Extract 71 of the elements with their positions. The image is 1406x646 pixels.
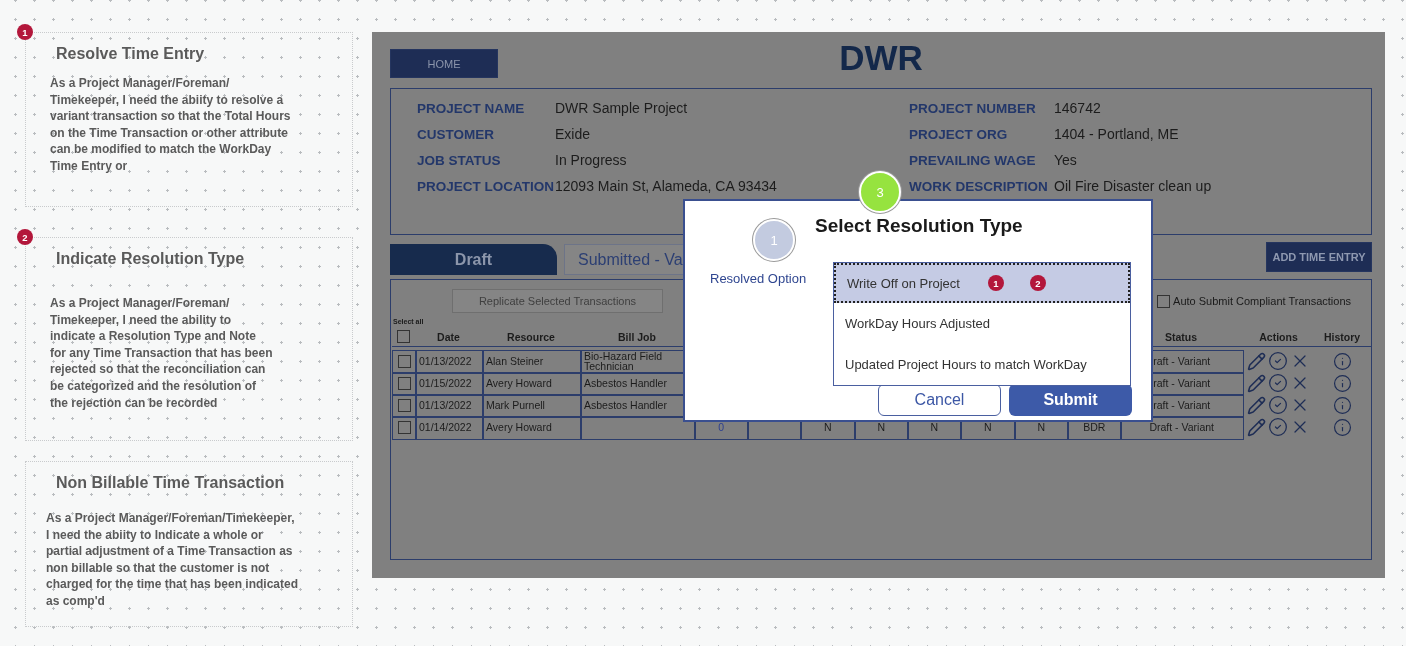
marker-badge: 2 xyxy=(1029,275,1046,291)
list-option[interactable]: Write Off on Project 1 2 xyxy=(834,263,1130,303)
field-value: Yes xyxy=(1054,152,1077,168)
pencil-icon[interactable] xyxy=(1247,417,1266,437)
column-header: Status xyxy=(1163,330,1199,343)
marker-badge: 1 xyxy=(987,275,1004,291)
note-text: As a Project Manager/Foreman/ Timekeeper, I need the abiity to resolve a variant transaction so that the Total Hours on the Time Transaction or other attribute can be modified to match the WorkDay Time Entry or xyxy=(50,75,292,175)
row-checkbox[interactable] xyxy=(397,399,411,413)
note-title: Resolve Time Entry xyxy=(56,45,206,63)
info-icon[interactable] xyxy=(1332,417,1352,437)
note-title: Indicate Resolution Type xyxy=(56,250,246,268)
tab[interactable]: Draft xyxy=(390,244,557,275)
submit-button[interactable]: Submit xyxy=(1009,384,1132,416)
column-header: Bill Job xyxy=(617,330,657,343)
info-icon[interactable] xyxy=(1332,395,1352,415)
column-header: History xyxy=(1322,330,1362,343)
table-cell: 01/15/2022 xyxy=(415,372,484,396)
table-cell: Avery Howard xyxy=(482,416,582,440)
select-all-checkbox[interactable] xyxy=(397,330,410,343)
checkbox[interactable] xyxy=(1157,294,1171,308)
field-value: 146742 xyxy=(1054,100,1101,116)
field-label: PROJECT NAME xyxy=(417,100,526,116)
cancel-button[interactable]: Cancel xyxy=(878,384,1001,416)
info-icon[interactable] xyxy=(1332,351,1352,371)
field-label: WORK DESCRIPTION xyxy=(909,178,1049,194)
table-cell: Avery Howard xyxy=(482,372,582,396)
add-time-entry-button[interactable]: ADD TIME ENTRY xyxy=(1266,242,1372,272)
pencil-icon[interactable] xyxy=(1247,373,1266,393)
check-circle-icon[interactable] xyxy=(1268,351,1288,371)
table-cell: 01/14/2022 xyxy=(415,416,484,440)
field-value: In Progress xyxy=(555,152,627,168)
field-label: PROJECT ORG xyxy=(909,126,1009,142)
column-header: Date xyxy=(436,330,461,343)
pencil-icon[interactable] xyxy=(1247,395,1266,415)
pencil-icon[interactable] xyxy=(1247,351,1266,371)
field-label: PROJECT LOCATION xyxy=(417,178,555,194)
home-button[interactable]: HOME xyxy=(390,49,498,78)
column-header: Actions xyxy=(1258,330,1299,343)
row-checkbox[interactable] xyxy=(397,355,411,369)
check-circle-icon[interactable] xyxy=(1268,395,1288,415)
field-label: PREVAILING WAGE xyxy=(909,152,1037,168)
note-text: As a Project Manager/Foreman/Timekeeper, I need the abiity to Indicate a whole or partial adjustment of a Time Transaction as non billable so that the customer is not charged for the time that has been indicated as comp'd xyxy=(46,510,300,610)
field-value: Oil Fire Disaster clean up xyxy=(1054,178,1212,194)
field-value: 12093 Main St, Alameda, CA 93434 xyxy=(555,178,777,194)
table-cell: 01/13/2022 xyxy=(415,350,484,374)
step-marker: 1 xyxy=(753,219,795,261)
list-option[interactable]: WorkDay Hours Adjusted xyxy=(834,303,1130,344)
field-label: CUSTOMER xyxy=(417,126,495,142)
field-label: JOB STATUS xyxy=(417,152,502,168)
checkbox-label: Auto Submit Compliant Transactions xyxy=(1173,295,1351,307)
row-checkbox[interactable] xyxy=(397,377,411,391)
table-cell: Alan Steiner xyxy=(482,350,582,374)
table-cell: Mark Purnell xyxy=(482,394,582,418)
dialog-title: Select Resolution Type xyxy=(815,215,1023,237)
field-value: Exide xyxy=(555,126,591,142)
field-value: 1404 - Portland, ME xyxy=(1054,126,1179,142)
info-icon[interactable] xyxy=(1332,373,1352,393)
marker-badge: 1 xyxy=(17,24,33,40)
check-circle-icon[interactable] xyxy=(1268,417,1288,437)
note-title: Non Billable Time Transaction xyxy=(56,474,286,492)
check-circle-icon[interactable] xyxy=(1268,373,1288,393)
column-header: Resource xyxy=(506,330,556,343)
marker-badge: 2 xyxy=(17,229,33,245)
field-label: PROJECT NUMBER xyxy=(909,100,1037,116)
row-checkbox[interactable] xyxy=(397,421,411,435)
table-cell: 01/13/2022 xyxy=(415,394,484,418)
step-marker: 3 xyxy=(859,171,901,213)
app-title: DWR xyxy=(839,37,923,78)
note-text: As a Project Manager/Foreman/ Timekeeper, I need the ability to indicate a Resolution Type and Note for any Time Transaction that has been rejected so that the reconciliation can be categorized and the resolution of the rejection can be recorded xyxy=(50,295,274,412)
option-label: Resolved Option xyxy=(710,271,807,286)
field-value: DWR Sample Project xyxy=(555,100,688,116)
